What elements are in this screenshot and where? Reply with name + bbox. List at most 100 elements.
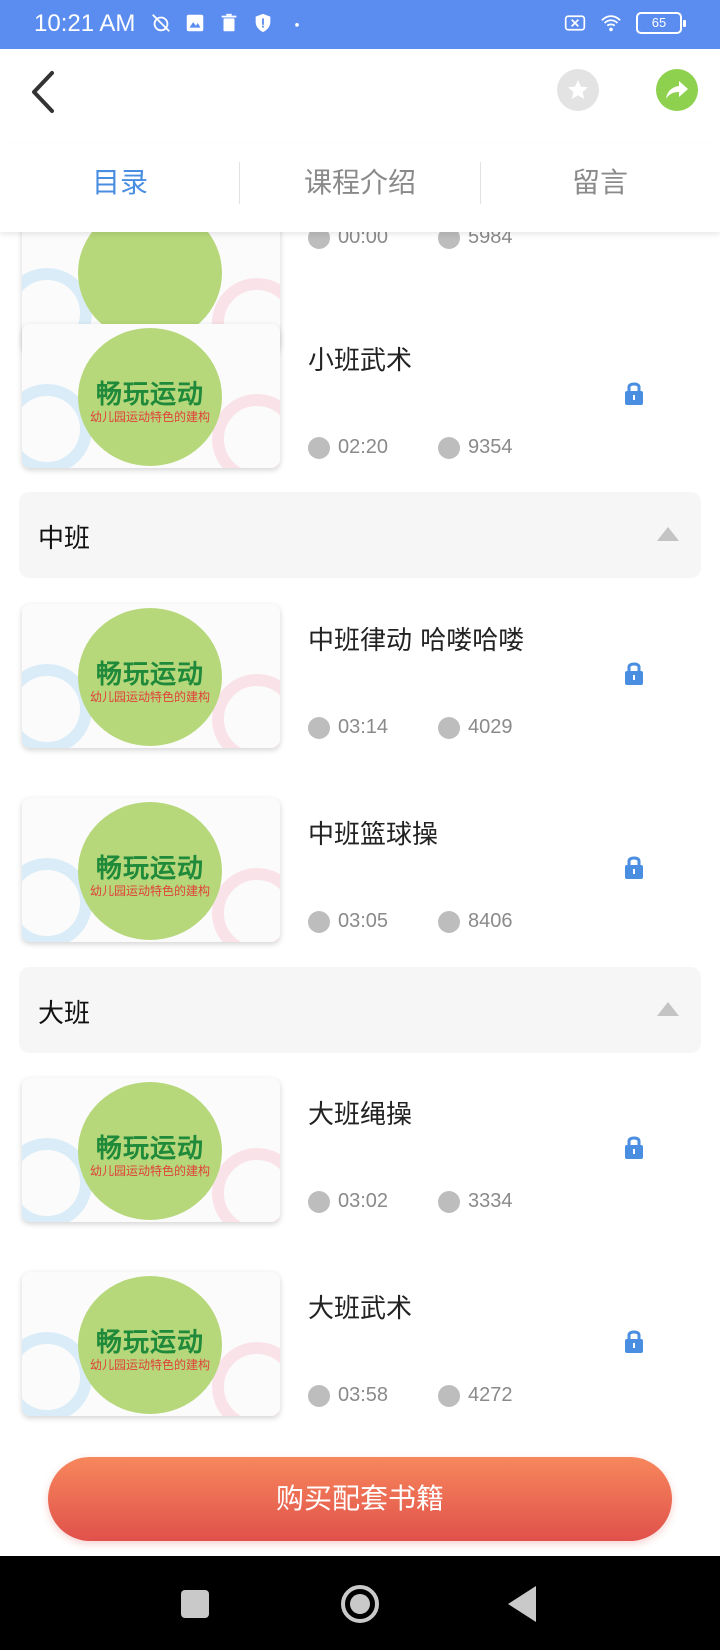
play-count: 3334 — [438, 1190, 513, 1213]
clock-icon — [308, 1190, 330, 1213]
video-thumbnail: 畅玩运动 幼儿园运动特色的建构 — [22, 1272, 280, 1416]
favorite-button[interactable] — [557, 69, 599, 111]
list-item[interactable]: 畅玩运动 幼儿园运动特色的建构 中班律动 哈喽哈喽 03:14 4029 — [0, 604, 720, 754]
play-icon — [438, 436, 460, 459]
duration: 03:58 — [308, 1384, 388, 1407]
clock-icon — [308, 910, 330, 933]
duration-text: 03:02 — [338, 1190, 389, 1212]
tab-course-intro[interactable]: 课程介绍 — [240, 144, 480, 232]
back-arrow-icon[interactable] — [22, 67, 66, 117]
collapse-caret-icon[interactable] — [657, 527, 679, 541]
battery-indicator: 65 — [636, 12, 686, 34]
play-count-text: 9354 — [468, 436, 513, 458]
video-thumbnail: 畅玩运动 幼儿园运动特色的建构 — [22, 324, 280, 468]
status-time: 10:21 AM — [34, 10, 136, 37]
section-header-senior[interactable]: 大班 — [19, 967, 701, 1053]
play-icon — [438, 910, 460, 933]
thumbnail-slogan: 幼儿园运动特色的建构 — [89, 1358, 210, 1372]
duration: 03:05 — [308, 910, 388, 933]
clock-icon — [308, 436, 330, 459]
duration-text: 03:58 — [338, 1384, 389, 1406]
play-icon — [438, 1384, 460, 1407]
duration-text: 02:20 — [338, 436, 389, 458]
duration-text: 00:00 — [338, 232, 389, 248]
tab-divider — [480, 162, 481, 204]
status-bar: 10:21 AM 65 — [0, 0, 720, 49]
alarm-off-icon — [152, 14, 170, 32]
thumbnail-ring — [212, 868, 280, 942]
list-item[interactable]: 畅玩运动 幼儿园运动特色的建构 中班篮球操 03:05 8406 — [0, 798, 720, 948]
clock-icon — [308, 716, 330, 739]
duration: 03:02 — [308, 1190, 388, 1213]
play-count-text: 4272 — [468, 1384, 513, 1406]
duration-text: 03:14 — [338, 716, 389, 738]
star-icon — [568, 80, 588, 99]
thumbnail-brand: 畅玩运动 — [95, 854, 204, 884]
play-count-text: 3334 — [468, 1190, 513, 1212]
dot-icon — [295, 23, 299, 27]
tab-comments[interactable]: 留言 — [480, 144, 720, 232]
status-icons-left — [150, 12, 308, 34]
thumbnail-ring — [212, 1148, 280, 1222]
play-count: 5984 — [438, 232, 513, 249]
play-count: 9354 — [438, 436, 513, 459]
duration: 02:20 — [308, 436, 388, 459]
item-title: 大班武术 — [308, 1294, 413, 1324]
sim-off-icon — [564, 15, 586, 31]
duration: 00:00 — [308, 232, 388, 249]
lock-icon — [625, 1330, 643, 1353]
thumbnail-slogan: 幼儿园运动特色的建构 — [89, 884, 210, 898]
lock-icon — [625, 1136, 643, 1159]
item-title: 大班绳操 — [308, 1100, 413, 1130]
play-icon — [438, 716, 460, 739]
home-icon[interactable] — [341, 1585, 379, 1623]
status-icons-right: 65 — [564, 12, 686, 34]
course-list[interactable]: 00:00 5984 畅玩运动 幼儿园运动特色的建构 小班武术 02:20 93… — [0, 232, 720, 1427]
duration: 03:14 — [308, 716, 388, 739]
shield-icon — [255, 13, 271, 33]
nav-back-icon[interactable] — [508, 1586, 536, 1622]
play-icon — [438, 1190, 460, 1213]
system-nav-bar — [0, 1556, 720, 1650]
thumbnail-slogan: 幼儿园运动特色的建构 — [89, 410, 210, 424]
video-thumbnail: 畅玩运动 幼儿园运动特色的建构 — [22, 604, 280, 748]
video-thumbnail: 畅玩运动 幼儿园运动特色的建构 — [22, 1078, 280, 1222]
wifi-icon — [601, 15, 621, 32]
share-arrow-icon — [666, 81, 688, 99]
play-count: 4272 — [438, 1384, 513, 1407]
thumbnail-ring — [212, 674, 280, 748]
list-item[interactable]: 畅玩运动 幼儿园运动特色的建构 大班武术 03:58 4272 — [0, 1272, 720, 1422]
list-item[interactable]: 畅玩运动 幼儿园运动特色的建构 小班武术 02:20 9354 — [0, 324, 720, 474]
tab-catalog[interactable]: 目录 — [0, 144, 240, 232]
play-count: 8406 — [438, 910, 513, 933]
section-label: 中班 — [38, 524, 91, 554]
thumbnail-slogan: 幼儿园运动特色的建构 — [89, 1164, 210, 1178]
clock-icon — [308, 232, 330, 249]
clock-icon — [308, 1384, 330, 1407]
section-header-middle[interactable]: 中班 — [19, 492, 701, 578]
play-count-text: 5984 — [468, 232, 513, 248]
buy-books-button[interactable]: 购买配套书籍 — [48, 1457, 672, 1541]
thumbnail-brand: 畅玩运动 — [95, 1134, 204, 1164]
play-count-text: 8406 — [468, 910, 513, 932]
lock-icon — [625, 662, 643, 685]
play-icon — [438, 232, 460, 249]
item-title: 中班律动 哈喽哈喽 — [308, 626, 525, 656]
thumbnail-brand: 畅玩运动 — [95, 1328, 204, 1358]
lock-icon — [625, 382, 643, 405]
tab-bar: 目录 课程介绍 留言 — [0, 144, 720, 232]
video-thumbnail: 畅玩运动 幼儿园运动特色的建构 — [22, 798, 280, 942]
play-count-text: 4029 — [468, 716, 513, 738]
thumbnail-ring — [212, 1342, 280, 1416]
lock-icon — [625, 856, 643, 879]
list-item[interactable]: 畅玩运动 幼儿园运动特色的建构 大班绳操 03:02 3334 — [0, 1078, 720, 1228]
thumbnail-brand: 畅玩运动 — [95, 660, 204, 690]
recent-apps-icon[interactable] — [181, 1590, 209, 1618]
item-title: 小班武术 — [308, 346, 413, 376]
thumbnail-brand: 畅玩运动 — [95, 380, 204, 410]
share-button[interactable] — [656, 69, 698, 111]
thumbnail-ring — [212, 394, 280, 468]
item-title: 中班篮球操 — [308, 820, 439, 850]
collapse-caret-icon[interactable] — [657, 1002, 679, 1016]
section-label: 大班 — [38, 999, 91, 1029]
